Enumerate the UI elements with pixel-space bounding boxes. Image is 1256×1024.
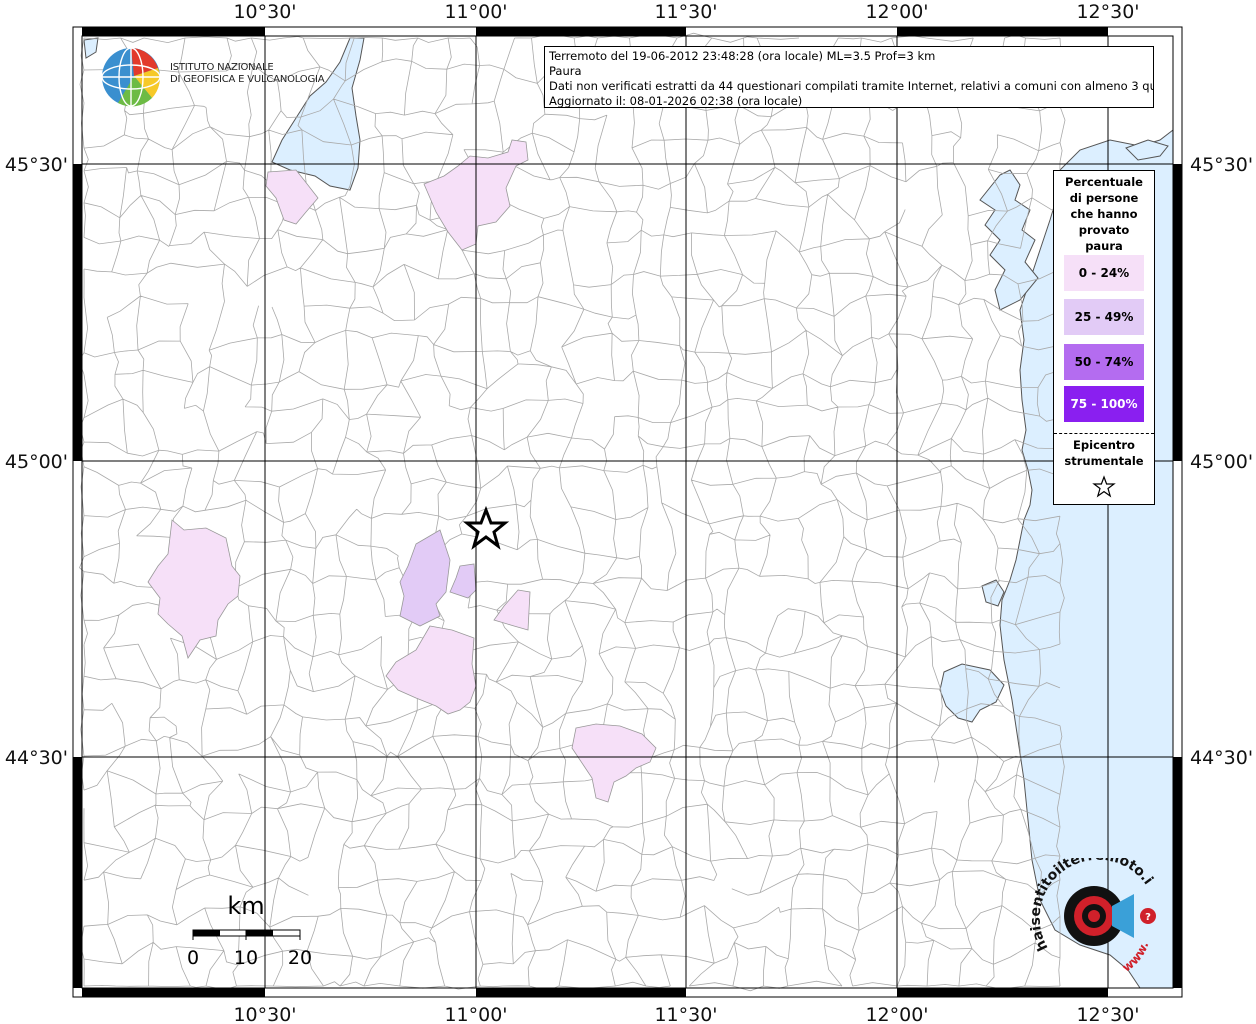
lat-tick-label: 45°00' <box>5 451 68 473</box>
brand-url: www. <box>1119 940 1151 975</box>
seismograph-target-icon: ? <box>1064 886 1156 946</box>
legend-item-75-100: 75 - 100% <box>1064 386 1144 422</box>
ingv-line2: DI GEOFISICA E VULCANOLOGIA <box>170 74 325 85</box>
legend-title: Percentuale di persone che hanno provato… <box>1065 175 1143 253</box>
lat-tick-label: 45°30' <box>5 154 68 176</box>
lat-tick-label: 45°00' <box>1190 451 1253 473</box>
lon-ticks-bottom: 10°30' 11°00' 11°30' 12°00' 12°30' <box>233 1004 1139 1024</box>
event-title: Terremoto del 19-06-2012 23:48:28 (ora l… <box>549 49 936 63</box>
scale-bar: km 0 10 20 <box>187 892 312 969</box>
data-note: Dati non verificati estratti da 44 quest… <box>549 79 1154 93</box>
scale-label: 20 <box>288 947 312 969</box>
legend-item-label: 75 - 100% <box>1070 397 1138 411</box>
legend-epicenter-label: Epicentro strumentale <box>1064 438 1144 468</box>
lon-tick-label: 10°30' <box>233 1004 296 1024</box>
scale-label: 0 <box>187 947 199 969</box>
map-type: Paura <box>549 64 582 78</box>
lon-tick-label: 11°30' <box>654 1 717 23</box>
ingv-globe-icon <box>101 47 161 107</box>
ingv-institute-name: ISTITUTO NAZIONALE DI GEOFISICA E VULCAN… <box>170 62 325 86</box>
legend-star-icon <box>1092 475 1116 498</box>
legend-item-0-24: 0 - 24% <box>1064 255 1144 291</box>
scale-unit: km <box>227 892 264 920</box>
lon-tick-label: 12°30' <box>1076 1 1139 23</box>
event-info-box: Terremoto del 19-06-2012 23:48:28 (ora l… <box>544 46 1154 108</box>
lon-ticks-top: 10°30' 11°00' 11°30' 12°00' 12°30' <box>233 1 1139 23</box>
legend-divider <box>1054 433 1154 434</box>
svg-text:?: ? <box>1145 912 1151 923</box>
legend-item-25-49: 25 - 49% <box>1064 299 1144 335</box>
legend-item-label: 0 - 24% <box>1078 266 1130 280</box>
lat-ticks-right: 45°30' 45°00' 44°30' <box>1190 154 1253 769</box>
lat-tick-label: 44°30' <box>1190 747 1253 769</box>
lon-tick-label: 11°30' <box>654 1004 717 1024</box>
legend-item-50-74: 50 - 74% <box>1064 344 1144 380</box>
lon-tick-label: 11°00' <box>444 1 507 23</box>
lon-tick-label: 10°30' <box>233 1 296 23</box>
legend-item-label: 50 - 74% <box>1074 355 1134 369</box>
ingv-line1: ISTITUTO NAZIONALE <box>170 62 274 73</box>
lon-tick-label: 12°00' <box>865 1004 928 1024</box>
lon-tick-label: 12°00' <box>865 1 928 23</box>
haisentito-logo[interactable]: haisentitoilterremoto.it www. ? <box>1030 858 1170 978</box>
updated-date: Aggiornato il: 08-01-2026 02:38 (ora loc… <box>549 94 803 108</box>
scale-label: 10 <box>234 947 258 969</box>
legend: Percentuale di persone che hanno provato… <box>1053 170 1155 505</box>
lon-tick-label: 12°30' <box>1076 1004 1139 1024</box>
lat-tick-label: 44°30' <box>5 747 68 769</box>
lat-ticks-left: 45°30' 45°00' 44°30' <box>5 154 68 769</box>
lon-tick-label: 11°00' <box>444 1004 507 1024</box>
legend-item-label: 25 - 49% <box>1074 310 1134 324</box>
lat-tick-label: 45°30' <box>1190 154 1253 176</box>
